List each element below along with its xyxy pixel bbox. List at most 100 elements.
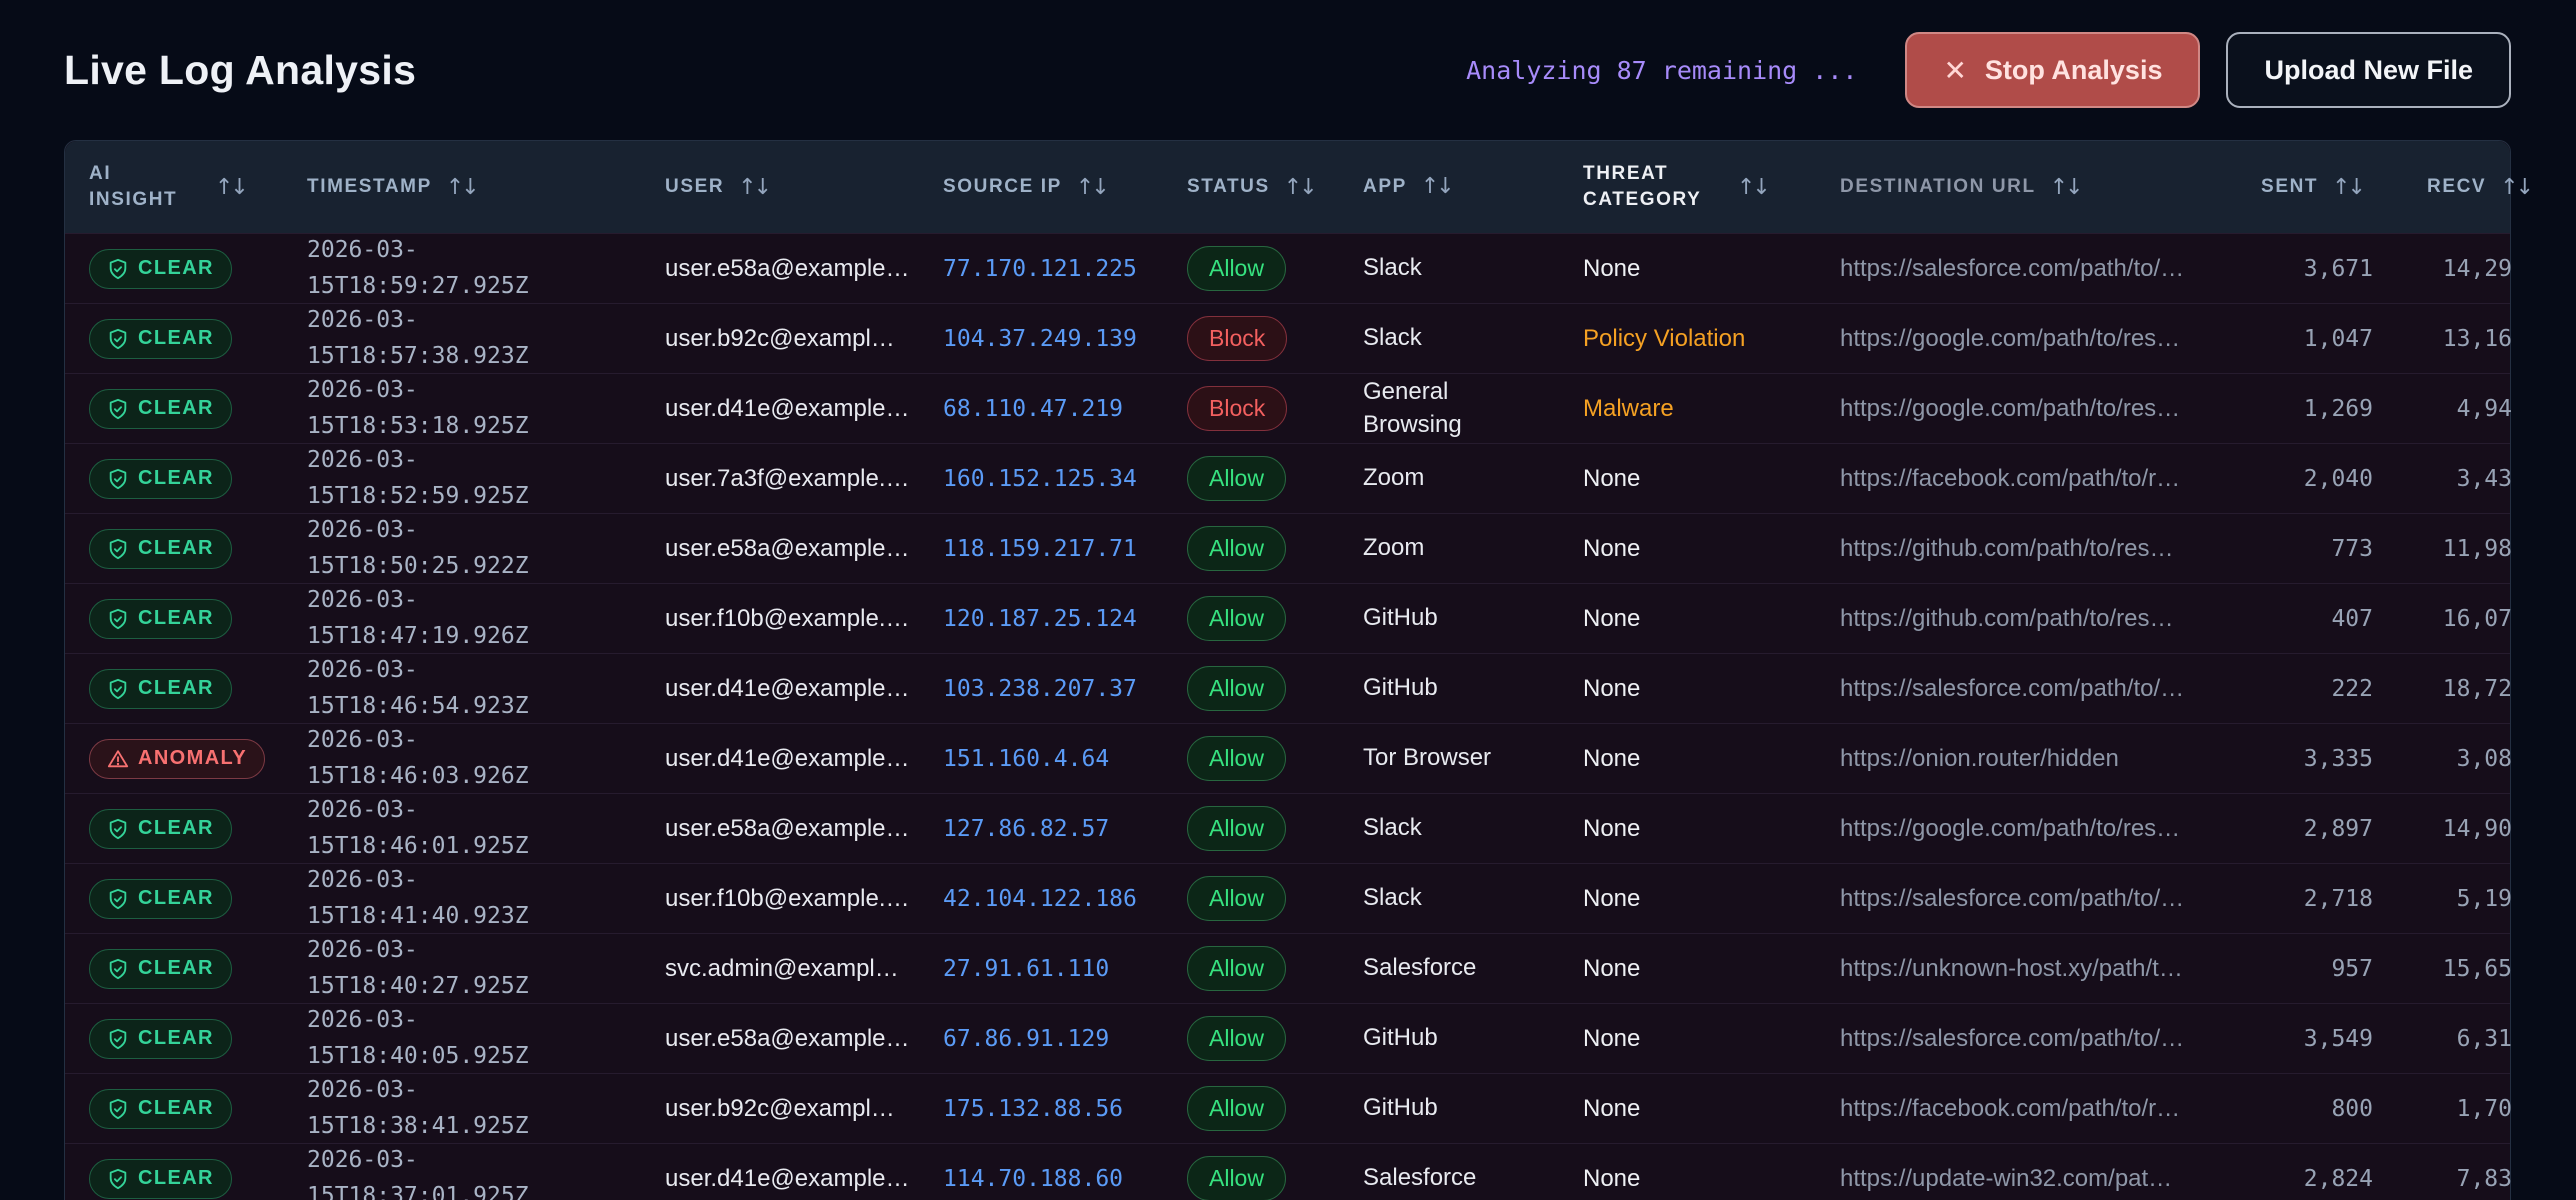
status-cell: Allow	[1183, 876, 1341, 921]
ai-insight-label: CLEAR	[138, 327, 214, 349]
source-ip-cell: 104.37.249.139	[943, 325, 1137, 352]
status-cell: Allow	[1183, 1086, 1341, 1131]
app-cell: GitHub	[1363, 674, 1438, 702]
column-header-source_ip[interactable]: Source IP ↑↓	[935, 175, 1183, 200]
threat-category-cell: None	[1583, 744, 1641, 772]
ai-insight-label: CLEAR	[138, 1097, 214, 1119]
ai-insight-label: CLEAR	[138, 1167, 214, 1189]
ai-insight-badge: ANOMALY	[89, 738, 266, 779]
source-ip-cell: 175.132.88.56	[943, 1095, 1124, 1122]
stop-analysis-button[interactable]: ✕ Stop Analysis	[1905, 32, 2201, 108]
shield-check-icon	[109, 678, 127, 699]
upload-new-file-button[interactable]: Upload New File	[2226, 32, 2511, 108]
column-header-app[interactable]: App ↑↓	[1341, 172, 1563, 202]
user-cell: user.e58a@example…	[665, 534, 910, 562]
user-cell: user.f10b@example.…	[665, 604, 910, 632]
close-icon: ✕	[1943, 54, 1967, 86]
ai-insight-badge: CLEAR	[89, 598, 232, 639]
sent-cell: 3,549	[2303, 1025, 2373, 1052]
column-header-sent[interactable]: Sent ↑↓	[2239, 175, 2389, 200]
timestamp-cell: 2026-03-15T18:57:38.923Z	[307, 306, 529, 369]
threat-category-cell: None	[1583, 254, 1641, 282]
threat-category-cell: None	[1583, 604, 1641, 632]
column-header-insight[interactable]: AI Insight ↑↓	[65, 161, 295, 212]
app-cell: GitHub	[1363, 604, 1438, 632]
shield-check-icon	[109, 958, 127, 979]
ai-insight-label: CLEAR	[138, 537, 214, 559]
table-row: CLEAR 2026-03-15T18:46:54.923Z user.d41e…	[65, 653, 2512, 723]
timestamp-cell: 2026-03-15T18:40:27.925Z	[307, 936, 529, 999]
table-row: CLEAR 2026-03-15T18:57:38.923Z user.b92c…	[65, 303, 2512, 373]
user-cell: user.d41e@example…	[665, 1164, 910, 1192]
sort-icon: ↑↓	[2500, 174, 2534, 200]
shield-check-icon	[109, 1028, 127, 1049]
ai-insight-cell: CLEAR	[65, 388, 295, 429]
source-ip-cell: 27.91.61.110	[943, 955, 1110, 982]
destination-url-cell: https://facebook.com/path/to/r…	[1840, 464, 2181, 492]
ai-insight-cell: CLEAR	[65, 1018, 295, 1059]
sent-cell: 2,718	[2303, 885, 2373, 912]
timestamp-cell: 2026-03-15T18:40:05.925Z	[307, 1006, 529, 1069]
column-header-timestamp[interactable]: Timestamp ↑↓	[295, 175, 643, 200]
ai-insight-label: ANOMALY	[138, 747, 248, 769]
status-pill: Allow	[1187, 596, 1286, 641]
status-pill: Block	[1187, 316, 1288, 361]
threat-category-cell: None	[1583, 674, 1641, 702]
table-row: CLEAR 2026-03-15T18:46:01.925Z user.e58a…	[65, 793, 2512, 863]
table-header-row: AI Insight ↑↓ Timestamp ↑↓ User ↑↓ Source IP ↑↓…	[65, 141, 2534, 233]
ai-insight-badge: CLEAR	[89, 808, 232, 849]
threat-category-cell: None	[1583, 1094, 1641, 1122]
ai-insight-label: CLEAR	[138, 957, 214, 979]
app-cell: Slack	[1363, 814, 1422, 842]
ai-insight-cell: CLEAR	[65, 808, 295, 849]
table-row: CLEAR 2026-03-15T18:50:25.922Z user.e58a…	[65, 513, 2512, 583]
table-row: CLEAR 2026-03-15T18:59:27.925Z user.e58a…	[65, 233, 2512, 303]
table-row: CLEAR 2026-03-15T18:52:59.925Z user.7a3f…	[65, 443, 2512, 513]
recv-cell: 16,07	[2442, 605, 2512, 632]
app-cell: Slack	[1363, 254, 1422, 282]
app-cell: Salesforce	[1363, 1164, 1477, 1192]
column-header-status[interactable]: Status ↑↓	[1183, 175, 1341, 200]
column-header-threat[interactable]: Threat Category ↑↓	[1563, 161, 1831, 212]
ai-insight-cell: CLEAR	[65, 458, 295, 499]
source-ip-cell: 68.110.47.219	[943, 395, 1124, 422]
status-cell: Allow	[1183, 596, 1341, 641]
user-cell: user.b92c@exampl…	[665, 324, 895, 352]
user-cell: user.d41e@example…	[665, 394, 910, 422]
column-label: Timestamp	[307, 176, 432, 197]
status-pill: Allow	[1187, 1156, 1286, 1200]
recv-cell: 15,65	[2442, 955, 2512, 982]
warning-triangle-icon	[107, 749, 129, 767]
ai-insight-badge: CLEAR	[89, 1018, 232, 1059]
sort-icon: ↑↓	[445, 174, 480, 200]
recv-cell: 14,90	[2442, 815, 2512, 842]
column-header-user[interactable]: User ↑↓	[643, 175, 935, 200]
column-header-recv[interactable]: Recv ↑↓	[2389, 175, 2534, 200]
app-cell: GitHub	[1363, 1094, 1438, 1122]
source-ip-cell: 77.170.121.225	[943, 255, 1137, 282]
threat-category-cell: None	[1583, 1024, 1641, 1052]
timestamp-cell: 2026-03-15T18:53:18.925Z	[307, 376, 529, 439]
ai-insight-cell: CLEAR	[65, 598, 295, 639]
status-pill: Allow	[1187, 526, 1286, 571]
page-title: Live Log Analysis	[64, 46, 417, 93]
sent-cell: 800	[2331, 1095, 2373, 1122]
status-pill: Allow	[1187, 946, 1286, 991]
timestamp-cell: 2026-03-15T18:50:25.922Z	[307, 516, 529, 579]
sent-cell: 3,335	[2303, 745, 2373, 772]
destination-url-cell: https://google.com/path/to/res…	[1840, 324, 2181, 352]
stop-analysis-label: Stop Analysis	[1984, 54, 2163, 85]
status-cell: Allow	[1183, 806, 1341, 851]
status-pill: Allow	[1187, 876, 1286, 921]
status-pill: Allow	[1187, 806, 1286, 851]
table-row: CLEAR 2026-03-15T18:40:27.925Z svc.admin…	[65, 933, 2512, 1003]
column-header-url[interactable]: Destination URL ↑↓	[1831, 175, 2239, 200]
sent-cell: 2,897	[2303, 815, 2373, 842]
ai-insight-cell: CLEAR	[65, 1158, 295, 1199]
ai-insight-label: CLEAR	[138, 467, 214, 489]
shield-check-icon	[109, 608, 127, 629]
destination-url-cell: https://update-win32.com/pat…	[1840, 1164, 2173, 1192]
user-cell: svc.admin@exampl…	[665, 954, 899, 982]
table-row: CLEAR 2026-03-15T18:37:01.925Z user.d41e…	[65, 1143, 2512, 1200]
app-cell: General Browsing	[1363, 378, 1462, 438]
